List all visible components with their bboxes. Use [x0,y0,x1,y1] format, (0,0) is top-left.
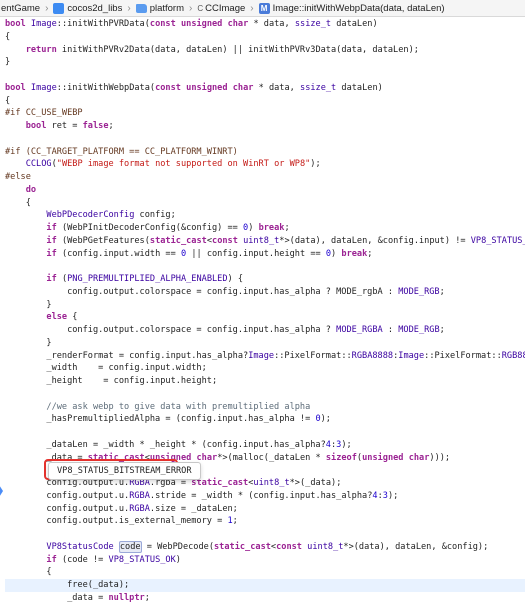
code-editor[interactable]: bool Image::initWithPVRData(const unsign… [5,18,525,603]
code-line[interactable]: _height = config.input.height; [5,375,525,388]
code-line[interactable] [5,528,525,541]
code-line[interactable]: { [5,197,525,210]
code-line[interactable]: #if (CC_TARGET_PLATFORM == CC_PLATFORM_W… [5,146,525,159]
hovered-variable-token[interactable]: code [118,540,142,553]
code-line[interactable]: config.output.u.RGBA.stride = _width * (… [5,490,525,503]
code-line[interactable]: else { [5,311,525,324]
breadcrumb: entGame › cocos2d_libs › platform › C CC… [0,0,525,17]
code-line[interactable]: VP8StatusCode code = WebPDecode(static_c… [5,540,525,554]
code-line[interactable]: bool Image::initWithPVRData(const unsign… [5,18,525,31]
code-line[interactable] [5,133,525,146]
code-line[interactable]: if (WebPGetFeatures(static_cast<const ui… [5,235,525,248]
breadcrumb-item-method[interactable]: M Image::initWithWebpData(data, dataLen) [258,2,446,14]
code-line[interactable] [5,426,525,439]
chevron-right-icon: › [127,2,131,14]
breadcrumb-label: platform [149,2,185,14]
code-line[interactable]: #else [5,171,525,184]
chevron-right-icon: › [250,2,254,14]
code-line[interactable]: config.output.u.RGBA.size = _dataLen; [5,503,525,516]
breadcrumb-label: cocos2d_libs [67,2,123,14]
chevron-right-icon: › [189,2,193,14]
code-line[interactable]: if (code != VP8_STATUS_OK) [5,554,525,567]
code-line[interactable]: //we ask webp to give data with premulti… [5,401,525,414]
folder-icon [135,3,147,13]
code-line[interactable]: bool ret = false; [5,120,525,133]
breadcrumb-item-ccimage[interactable]: C CCImage [196,3,246,14]
project-icon [53,2,65,14]
code-line[interactable] [5,260,525,273]
code-line[interactable] [5,388,525,401]
code-line[interactable]: _dataLen = _width * _height * (config.in… [5,439,525,452]
variable-value-tooltip[interactable]: VP8_STATUS_BITSTREAM_ERROR [48,462,201,480]
code-line[interactable]: CCLOG("WEBP image format not supported o… [5,158,525,171]
code-line[interactable]: _data = nullptr; [5,592,525,605]
code-line[interactable]: { [5,31,525,44]
chevron-right-icon: › [45,2,49,14]
code-line[interactable]: if (WebPInitDecoderConfig(&config) == 0)… [5,222,525,235]
code-line[interactable] [5,69,525,82]
code-line[interactable]: config.output.is_external_memory = 1; [5,515,525,528]
code-line[interactable]: _hasPremultipliedAlpha = (config.input.h… [5,413,525,426]
code-line[interactable]: if (config.input.width == 0 || config.in… [5,248,525,261]
code-line[interactable]: } [5,56,525,69]
code-line[interactable]: bool Image::initWithWebpData(const unsig… [5,82,525,95]
code-line[interactable]: _width = config.input.width; [5,362,525,375]
code-line[interactable]: WebPDecoderConfig config; [5,209,525,222]
method-icon: M [258,2,270,14]
code-line[interactable]: return initWithPVRv2Data(data, dataLen) … [5,44,525,57]
breadcrumb-label: CCImage [205,2,246,14]
breadcrumb-item-project[interactable]: entGame [0,3,41,14]
code-line[interactable]: if (PNG_PREMULTIPLIED_ALPHA_ENABLED) { [5,273,525,286]
code-line[interactable]: } [5,299,525,312]
breadcrumb-item-platform[interactable]: platform [135,3,185,14]
code-line[interactable]: { [5,566,525,579]
breadcrumb-label: Image::initWithWebpData(data, dataLen) [272,2,445,14]
code-line[interactable]: { [5,95,525,108]
breadcrumb-label: entGame [1,2,41,14]
code-line[interactable]: config.output.colorspace = config.input.… [5,286,525,299]
code-line[interactable]: do [5,184,525,197]
code-line[interactable]: free(_data); [5,579,525,592]
file-icon: C [197,3,204,13]
execution-pointer-icon [0,486,3,496]
breadcrumb-item-cocos2d-libs[interactable]: cocos2d_libs [52,2,123,14]
code-line[interactable]: config.output.colorspace = config.input.… [5,324,525,337]
code-line[interactable]: } [5,337,525,350]
code-line[interactable]: _renderFormat = config.input.has_alpha?I… [5,350,525,363]
code-line[interactable]: #if CC_USE_WEBP [5,107,525,120]
